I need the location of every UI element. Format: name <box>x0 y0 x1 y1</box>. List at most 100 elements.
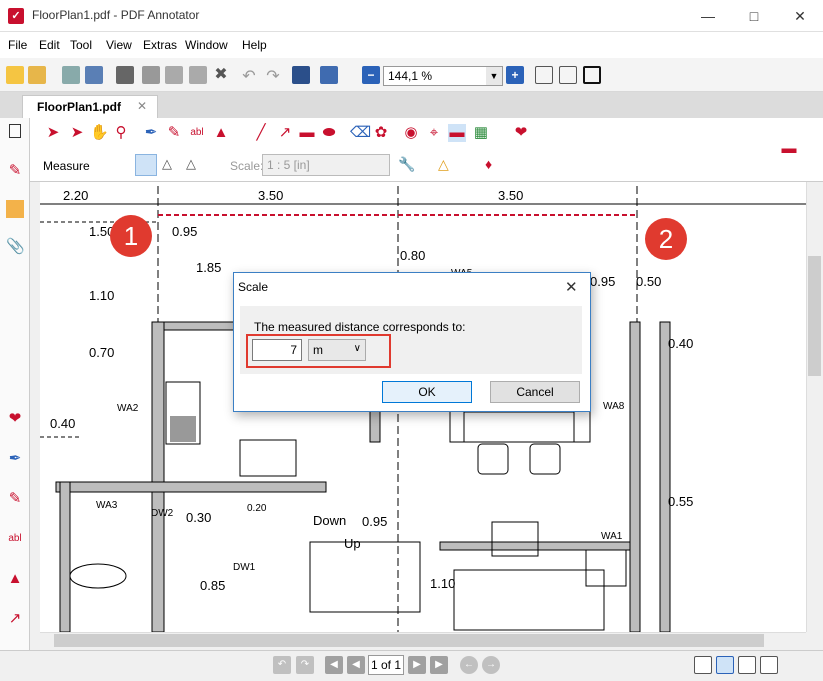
save-icon[interactable] <box>62 66 80 84</box>
ruler-icon[interactable]: ▬ <box>780 140 798 158</box>
next-page-icon[interactable]: ▶ <box>408 656 426 674</box>
page-indicator[interactable]: 1 of 1 <box>368 655 404 675</box>
ok-button[interactable]: OK <box>382 381 472 403</box>
delete-icon[interactable]: ✖ <box>212 66 230 84</box>
cut-icon[interactable] <box>142 66 160 84</box>
copy-icon[interactable] <box>165 66 183 84</box>
text-tool-icon[interactable]: abl <box>188 124 206 142</box>
calibrate-icon[interactable]: △ <box>438 156 456 174</box>
arrow-icon[interactable]: ↗ <box>6 610 24 628</box>
measure-tool-icon[interactable]: ▬ <box>448 124 466 142</box>
attachment-icon[interactable]: 📎 <box>6 238 25 256</box>
dialog-close-icon[interactable]: ✕ <box>565 278 578 296</box>
back-icon[interactable]: ← <box>460 656 478 674</box>
arrow-tool-icon[interactable]: ↗ <box>276 124 294 142</box>
tab-close-icon[interactable]: ✕ <box>137 99 147 113</box>
favorite-icon[interactable]: ❤ <box>6 410 24 428</box>
zoom-input[interactable]: 144,1 % <box>383 66 503 86</box>
close-button[interactable]: ✕ <box>777 0 823 32</box>
print-icon[interactable] <box>116 66 134 84</box>
favorites-icon[interactable]: ❤ <box>512 124 530 142</box>
search-icon[interactable] <box>320 66 338 84</box>
zoom-in-icon[interactable]: + <box>506 66 524 84</box>
cancel-button[interactable]: Cancel <box>490 381 580 403</box>
menu-window[interactable]: Window <box>185 38 228 52</box>
zoom-out-icon[interactable]: − <box>362 66 380 84</box>
distance-input[interactable]: 7 <box>252 339 302 361</box>
open-folder-icon[interactable] <box>28 66 46 84</box>
two-page-continuous-icon[interactable] <box>760 656 778 674</box>
note-icon[interactable] <box>6 200 24 218</box>
dimension-label: 0.95 <box>172 224 198 239</box>
dimension-label: 0.80 <box>400 248 426 263</box>
pen-icon[interactable]: ✎ <box>6 162 24 180</box>
dimension-label: 0.55 <box>668 494 694 509</box>
chevron-down-icon[interactable]: ▼ <box>486 67 502 85</box>
step-marker-2: 2 <box>645 218 687 260</box>
dialog-title: Scale <box>238 280 269 294</box>
marker-icon[interactable]: ✎ <box>6 490 24 508</box>
stair-label: Down <box>313 513 347 528</box>
dimension-label: 2.20 <box>63 188 89 203</box>
vertical-scroll-thumb[interactable] <box>808 256 821 376</box>
undo-icon[interactable]: ↶ <box>240 66 258 85</box>
distance-measure-icon[interactable] <box>135 154 157 176</box>
crop-icon[interactable]: ⌖ <box>425 124 443 142</box>
hand-icon[interactable]: ✋ <box>90 124 109 142</box>
unit-select[interactable]: m ∨ <box>308 339 366 361</box>
forward-icon[interactable]: → <box>482 656 500 674</box>
magnifier-icon[interactable]: ⚲ <box>112 124 130 142</box>
dimension-label: 1.85 <box>196 260 222 275</box>
horizontal-scroll-thumb[interactable] <box>54 634 764 647</box>
save-as-icon[interactable] <box>85 66 103 84</box>
page-view-icon[interactable] <box>535 66 553 84</box>
pen-tool-icon[interactable]: ✒ <box>142 124 160 142</box>
paste-icon[interactable] <box>189 66 207 84</box>
angle-measure-icon[interactable]: △ <box>162 156 180 174</box>
stamp-tool-icon[interactable]: ▲ <box>212 124 230 142</box>
menu-extras[interactable]: Extras <box>143 38 177 52</box>
measure-style-icon[interactable]: ♦ <box>485 156 503 174</box>
highlighter-tool-icon[interactable]: ✎ <box>165 124 183 142</box>
menu-help[interactable]: Help <box>242 38 267 52</box>
line-tool-icon[interactable]: ╱ <box>252 124 270 142</box>
wrench-icon[interactable]: 🔧 <box>398 156 416 174</box>
scale-select[interactable]: 1 : 5 [in] <box>262 154 390 176</box>
fullscreen-icon[interactable] <box>583 66 601 84</box>
new-icon[interactable] <box>6 66 24 84</box>
single-page-view-icon[interactable] <box>694 656 712 674</box>
highlighter-icon[interactable]: ✒ <box>6 450 24 468</box>
vertical-scrollbar[interactable] <box>806 182 823 632</box>
ellipse-tool-icon[interactable]: ⬬ <box>320 124 338 142</box>
image-tool-icon[interactable]: ▦ <box>472 124 490 142</box>
redo-icon[interactable]: ↷ <box>264 66 282 85</box>
rectangle-tool-icon[interactable]: ▬ <box>298 124 316 142</box>
text-box-icon[interactable]: abl <box>6 530 24 548</box>
dimension-label: 3.50 <box>498 188 524 203</box>
fit-page-icon[interactable] <box>559 66 577 84</box>
select-icon[interactable]: ➤ <box>44 124 62 142</box>
camera-icon[interactable]: ◉ <box>402 124 420 142</box>
lasso-icon[interactable]: ✿ <box>372 124 390 142</box>
dimension-label: 0.40 <box>668 336 694 351</box>
minimize-button[interactable]: — <box>685 0 731 32</box>
previous-view-icon[interactable]: ↶ <box>273 656 291 674</box>
find-icon[interactable] <box>292 66 310 84</box>
dimension-label: 1.10 <box>89 288 115 303</box>
select-text-icon[interactable]: ➤ <box>68 124 86 142</box>
area-measure-icon[interactable]: △ <box>186 156 204 174</box>
last-page-icon[interactable]: ▶ <box>430 656 448 674</box>
maximize-button[interactable]: □ <box>731 0 777 32</box>
menu-edit[interactable]: Edit <box>39 38 60 52</box>
two-page-view-icon[interactable] <box>738 656 756 674</box>
continuous-view-icon[interactable] <box>716 656 734 674</box>
previous-page-icon[interactable]: ◀ <box>347 656 365 674</box>
next-view-icon[interactable]: ↷ <box>296 656 314 674</box>
first-page-icon[interactable]: ◀ <box>325 656 343 674</box>
eraser-icon[interactable]: ⌫ <box>350 124 371 142</box>
page-icon[interactable] <box>9 124 21 138</box>
stamp-icon[interactable]: ▲ <box>6 570 24 588</box>
menu-tool[interactable]: Tool <box>70 38 92 52</box>
menu-file[interactable]: File <box>8 38 27 52</box>
menu-view[interactable]: View <box>106 38 132 52</box>
